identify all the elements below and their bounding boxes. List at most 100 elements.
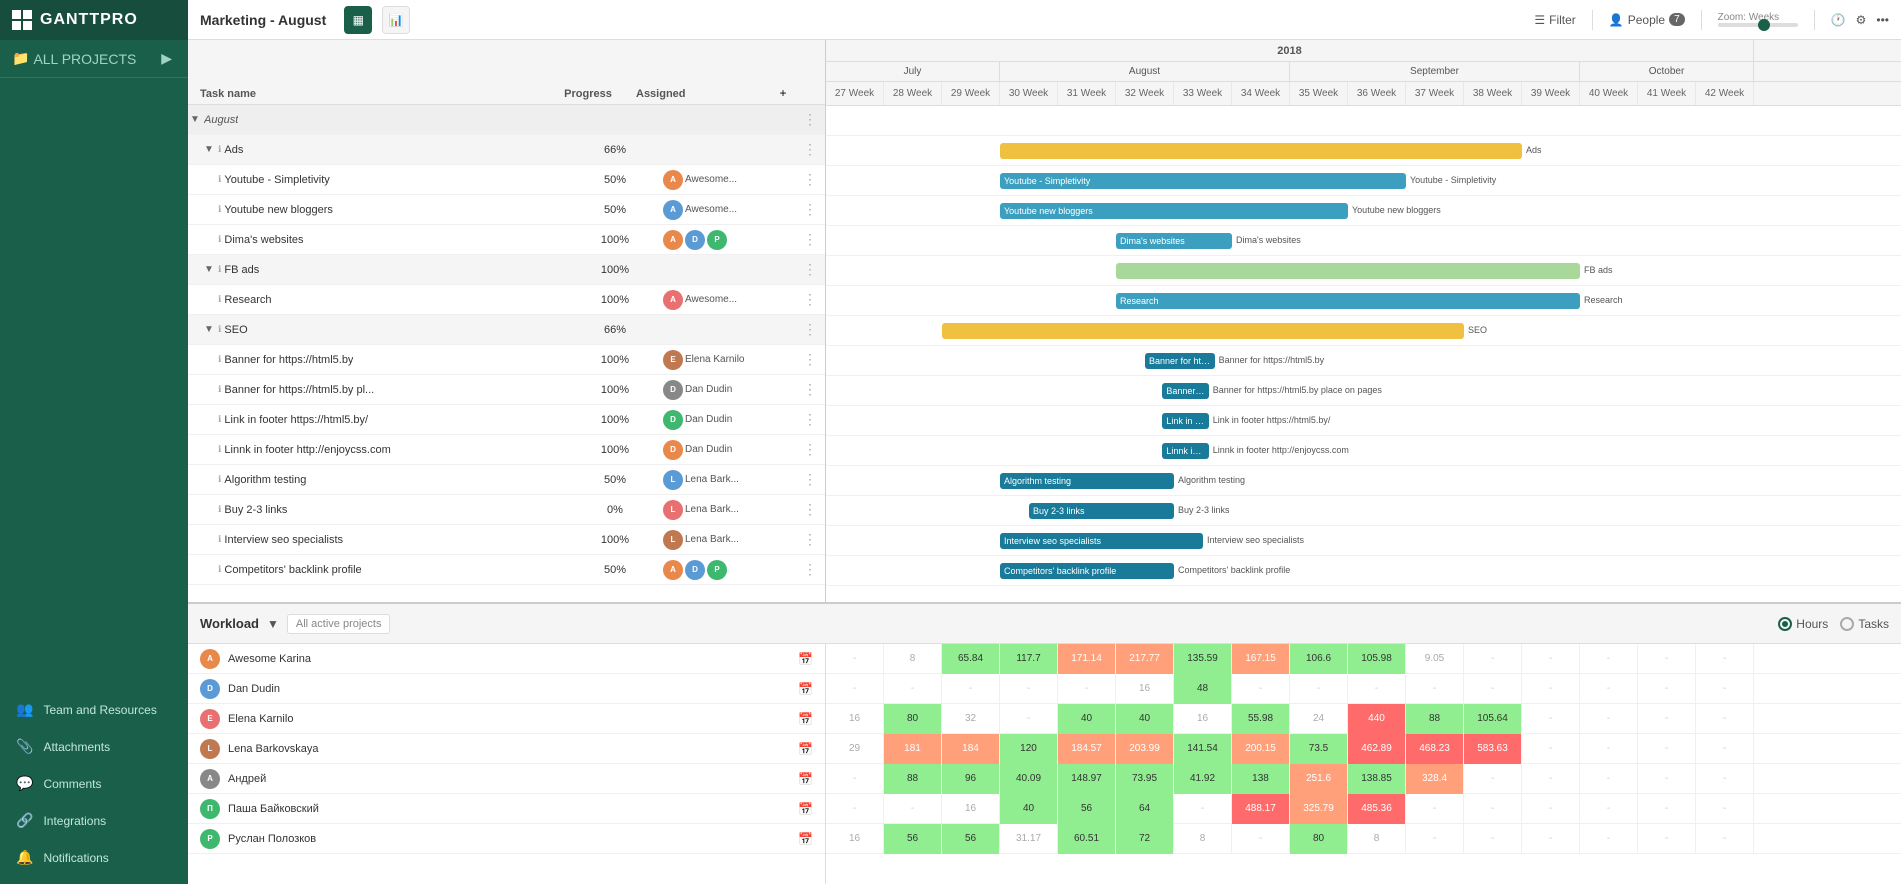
gantt-bar[interactable]: Competitors' backlink profileCompetitors… [1000, 563, 1174, 579]
info-icon[interactable]: ℹ [218, 564, 221, 575]
workload-filter[interactable]: All active projects [287, 614, 391, 634]
info-icon[interactable]: ℹ [218, 324, 221, 335]
workload-person-row[interactable]: А Андрей 📅 [188, 764, 825, 794]
task-name-cell: ℹ Banner for https://html5.by [216, 354, 575, 366]
gantt-bar[interactable]: Algorithm testingAlgorithm testing [1000, 473, 1174, 489]
task-row[interactable]: ▼ ℹ FB ads 100% ⋮ [188, 255, 825, 285]
task-more-button[interactable]: ⋮ [795, 111, 825, 128]
task-more-button[interactable]: ⋮ [795, 321, 825, 338]
collapse-button[interactable]: ▼ [202, 323, 216, 337]
task-more-button[interactable]: ⋮ [795, 201, 825, 218]
task-row[interactable]: ℹ Dima's websites 100% ADP ⋮ [188, 225, 825, 255]
workload-person-row[interactable]: D Dan Dudin 📅 [188, 674, 825, 704]
task-row[interactable]: ℹ Algorithm testing 50% LLena Bark... ⋮ [188, 465, 825, 495]
workload-cell: - [1406, 824, 1464, 854]
zoom-track[interactable] [1718, 23, 1798, 27]
task-row[interactable]: ▼ ℹ SEO 66% ⋮ [188, 315, 825, 345]
gantt-bar[interactable]: Link in footer https://html5.by/Link in … [1162, 413, 1208, 429]
task-more-button[interactable]: ⋮ [795, 561, 825, 578]
gantt-bar[interactable]: Banner for https://html5.by place on pag… [1162, 383, 1208, 399]
task-more-button[interactable]: ⋮ [795, 231, 825, 248]
sidebar-item-attachments[interactable]: 📎 Attachments [0, 728, 188, 765]
gantt-bar[interactable]: Linnk in footer http://enjoycss.comLinnk… [1162, 443, 1208, 459]
gantt-bar[interactable]: Buy 2-3 linksBuy 2-3 links [1029, 503, 1174, 519]
task-row[interactable]: ▼ August ⋮ [188, 105, 825, 135]
task-row[interactable]: ℹ Research 100% AAwesome... ⋮ [188, 285, 825, 315]
gantt-bar[interactable]: ResearchResearch [1116, 293, 1580, 309]
task-row[interactable]: ℹ Banner for https://html5.by 100% EElen… [188, 345, 825, 375]
workload-person-row[interactable]: П Паша Байковский 📅 [188, 794, 825, 824]
task-more-button[interactable]: ⋮ [795, 531, 825, 548]
task-row[interactable]: ℹ Competitors' backlink profile 50% ADP … [188, 555, 825, 585]
info-icon[interactable]: ℹ [218, 474, 221, 485]
info-icon[interactable]: ℹ [218, 174, 221, 185]
task-row[interactable]: ℹ Linnk in footer http://enjoycss.com 10… [188, 435, 825, 465]
task-more-button[interactable]: ⋮ [795, 291, 825, 308]
sidebar-item-team[interactable]: 👥 Team and Resources [0, 691, 188, 728]
workload-person-row[interactable]: A Awesome Karina 📅 [188, 644, 825, 674]
task-row[interactable]: ℹ Banner for https://html5.by pl... 100%… [188, 375, 825, 405]
task-more-button[interactable]: ⋮ [795, 351, 825, 368]
info-icon[interactable]: ℹ [218, 414, 221, 425]
gantt-bar[interactable]: Youtube new bloggersYoutube new bloggers [1000, 203, 1348, 219]
hours-radio[interactable]: Hours [1778, 617, 1828, 631]
workload-cell: - [942, 674, 1000, 704]
task-row[interactable]: ▼ ℹ Ads 66% ⋮ [188, 135, 825, 165]
history-button[interactable]: 🕐 [1831, 13, 1846, 27]
info-icon[interactable]: ℹ [218, 384, 221, 395]
gantt-bar[interactable]: Youtube - SimpletivityYoutube - Simpleti… [1000, 173, 1406, 189]
info-icon[interactable]: ℹ [218, 294, 221, 305]
gantt-bar[interactable]: Dima's websitesDima's websites [1116, 233, 1232, 249]
task-more-button[interactable]: ⋮ [795, 441, 825, 458]
info-icon[interactable]: ℹ [218, 144, 221, 155]
add-task-button[interactable]: + [768, 86, 798, 100]
sidebar-item-integrations[interactable]: 🔗 Integrations [0, 802, 188, 839]
task-more-button[interactable]: ⋮ [795, 381, 825, 398]
tasks-radio[interactable]: Tasks [1840, 617, 1889, 631]
info-icon[interactable]: ℹ [218, 354, 221, 365]
zoom-control[interactable]: Zoom: Weeks [1718, 12, 1798, 27]
task-row[interactable]: ℹ Youtube new bloggers 50% AAwesome... ⋮ [188, 195, 825, 225]
all-projects-nav[interactable]: 📁 ALL PROJECTS ▶ [0, 40, 188, 78]
info-icon[interactable]: ℹ [218, 204, 221, 215]
filter-button[interactable]: ☰ Filter [1534, 13, 1575, 27]
collapse-button[interactable]: ▼ [202, 143, 216, 157]
task-more-button[interactable]: ⋮ [795, 411, 825, 428]
info-icon[interactable]: ℹ [218, 234, 221, 245]
task-more-button[interactable]: ⋮ [795, 261, 825, 278]
gantt-bar[interactable]: Banner for https://html5.byBanner for ht… [1145, 353, 1215, 369]
task-name-cell: ℹ Banner for https://html5.by pl... [216, 384, 575, 396]
gantt-bar[interactable]: Interview seo specialistsInterview seo s… [1000, 533, 1203, 549]
info-icon[interactable]: ℹ [218, 444, 221, 455]
info-icon[interactable]: ℹ [218, 264, 221, 275]
collapse-button[interactable]: ▼ [188, 113, 202, 127]
task-row[interactable]: ℹ Interview seo specialists 100% LLena B… [188, 525, 825, 555]
settings-button[interactable]: ⚙ [1856, 13, 1867, 27]
workload-person-row[interactable]: Р Руслан Полозков 📅 [188, 824, 825, 854]
grid-view-button[interactable]: ▦ [344, 6, 372, 34]
gantt-bar[interactable]: FB ads [1116, 263, 1580, 279]
workload-person-row[interactable]: L Lena Barkovskaya 📅 [188, 734, 825, 764]
workload-person-row[interactable]: E Elena Karnilo 📅 [188, 704, 825, 734]
sidebar-item-comments[interactable]: 💬 Comments [0, 765, 188, 802]
task-more-button[interactable]: ⋮ [795, 171, 825, 188]
task-more-button[interactable]: ⋮ [795, 141, 825, 158]
workload-cell: 105.98 [1348, 644, 1406, 674]
workload-cell: - [1522, 704, 1580, 734]
workload-cell: 56 [942, 824, 1000, 854]
task-row[interactable]: ℹ Buy 2-3 links 0% LLena Bark... ⋮ [188, 495, 825, 525]
task-more-button[interactable]: ⋮ [795, 501, 825, 518]
collapse-button[interactable]: ▼ [202, 263, 216, 277]
task-row[interactable]: ℹ Link in footer https://html5.by/ 100% … [188, 405, 825, 435]
task-row[interactable]: ℹ Youtube - Simpletivity 50% AAwesome...… [188, 165, 825, 195]
info-icon[interactable]: ℹ [218, 534, 221, 545]
gantt-bar[interactable]: Ads [1000, 143, 1522, 159]
people-button[interactable]: 👤 People 7 [1609, 13, 1685, 27]
gantt-bar[interactable]: SEO [942, 323, 1464, 339]
task-more-button[interactable]: ⋮ [795, 471, 825, 488]
chart-view-button[interactable]: 📊 [382, 6, 410, 34]
more-button[interactable]: ••• [1876, 13, 1889, 27]
workload-dropdown[interactable]: ▼ [267, 617, 279, 631]
info-icon[interactable]: ℹ [218, 504, 221, 515]
sidebar-item-notifications[interactable]: 🔔 Notifications [0, 839, 188, 876]
